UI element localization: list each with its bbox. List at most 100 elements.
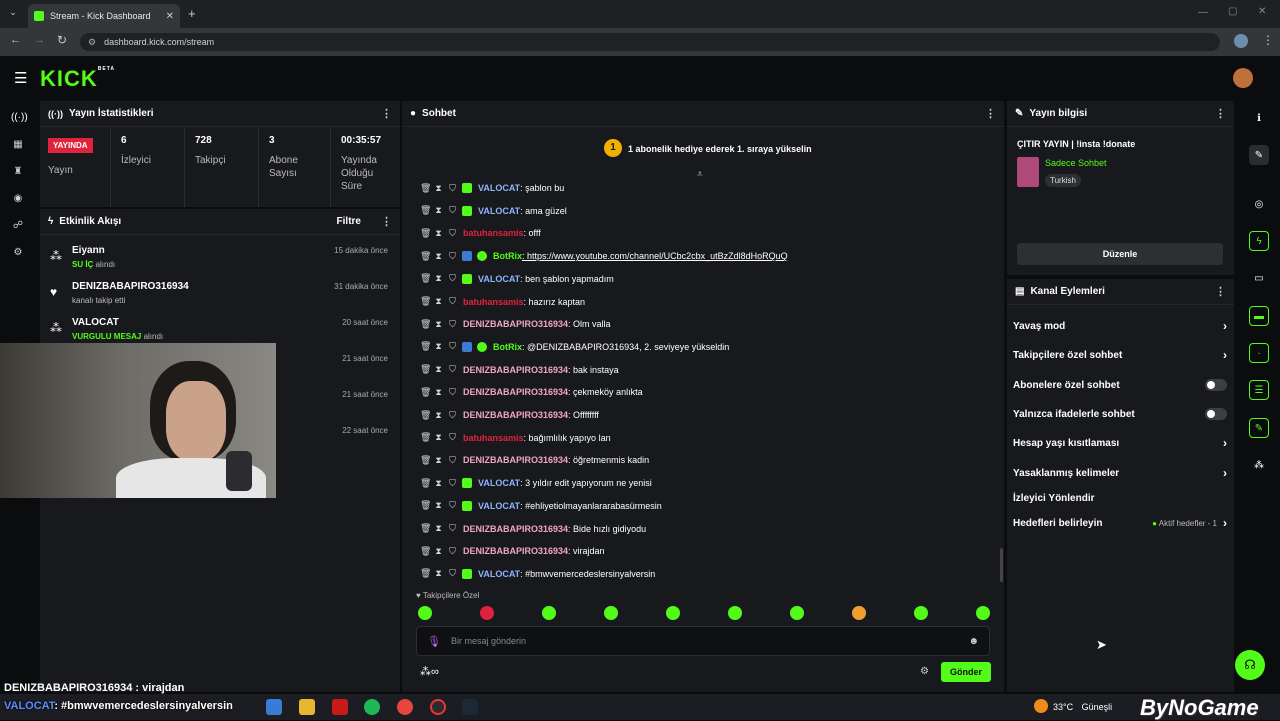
chat-username[interactable]: VALOCAT bbox=[478, 569, 520, 579]
chat-message[interactable]: 🗑 ⧗ ⛉ DENIZBABAPIRO316934: Bide hızlı gidiy… bbox=[420, 519, 646, 539]
taskbar-obs-icon[interactable] bbox=[430, 699, 446, 715]
chat-widget-icon[interactable]: ▬ bbox=[1249, 306, 1269, 326]
back-icon[interactable]: ← bbox=[10, 34, 21, 46]
trash-icon[interactable]: 🗑 bbox=[420, 455, 431, 466]
browser-tab[interactable]: Stream - Kick Dashboard ✕ bbox=[28, 4, 180, 28]
sidebar-community-icon[interactable]: ☍ bbox=[11, 220, 25, 234]
chat-settings-icon[interactable]: ⚙ bbox=[920, 666, 929, 677]
chat-username[interactable]: VALOCAT bbox=[478, 274, 520, 284]
chat-menu-icon[interactable]: ⋮ bbox=[985, 107, 996, 120]
chat-message[interactable]: 🗑 ⧗ ⛉ VALOCAT: #bmwvemercedeslersinyalversi… bbox=[420, 564, 655, 584]
chat-username[interactable]: DENIZBABAPIRO316934 bbox=[463, 387, 568, 397]
broadcast-widget-icon[interactable]: · bbox=[1249, 343, 1269, 363]
chat-message[interactable]: 🗑 ⧗ ⛉ BotRix: https://www.youtube.com/chann… bbox=[420, 246, 788, 266]
channel-action-item[interactable]: Yalnızca ifadelerle sohbet bbox=[1013, 403, 1227, 425]
sidebar-trophy-icon[interactable]: ♜ bbox=[11, 166, 25, 180]
ban-icon[interactable]: ⛉ bbox=[448, 205, 457, 216]
timeout-icon[interactable]: ⧗ bbox=[434, 205, 443, 216]
chat-message[interactable]: 🗑 ⧗ ⛉ DENIZBABAPIRO316934: bak instaya bbox=[420, 360, 619, 380]
chat-scrollbar[interactable] bbox=[1000, 548, 1003, 582]
chat-message[interactable]: 🗑 ⧗ ⛉ VALOCAT: 3 yıldır edit yapıyorum ne y… bbox=[420, 473, 652, 493]
chat-username[interactable]: DENIZBABAPIRO316934 bbox=[463, 546, 568, 556]
profile-avatar-icon[interactable] bbox=[1234, 34, 1248, 48]
chat-username[interactable]: BotRix bbox=[493, 342, 522, 352]
chat-message[interactable]: 🗑 ⧗ ⛉ VALOCAT: #ehliyetiolmayanlararabasürm… bbox=[420, 496, 662, 516]
trash-icon[interactable]: 🗑 bbox=[420, 568, 431, 579]
timeout-icon[interactable]: ⧗ bbox=[434, 546, 443, 557]
emote-icon[interactable] bbox=[542, 606, 556, 620]
ban-icon[interactable]: ⛉ bbox=[448, 523, 457, 534]
ban-icon[interactable]: ⛉ bbox=[448, 478, 457, 489]
trash-icon[interactable]: 🗑 bbox=[420, 183, 431, 194]
ban-icon[interactable]: ⛉ bbox=[448, 183, 457, 194]
chevron-right-icon[interactable]: › bbox=[1223, 466, 1227, 480]
ban-icon[interactable]: ⛉ bbox=[448, 228, 457, 239]
loyalty-points-icon[interactable]: ⁂∞ bbox=[420, 665, 439, 678]
chat-message[interactable]: 🗑 ⧗ ⛉ VALOCAT: ama güzel bbox=[420, 201, 567, 221]
new-tab-icon[interactable]: + bbox=[188, 6, 196, 21]
emote-icon[interactable] bbox=[604, 606, 618, 620]
channel-action-item[interactable]: Yasaklanmış kelimeler › bbox=[1013, 462, 1227, 484]
user-avatar[interactable] bbox=[1233, 68, 1253, 88]
weather-widget[interactable]: 33°C Güneşli bbox=[1053, 702, 1112, 712]
chat-username[interactable]: VALOCAT bbox=[478, 206, 520, 216]
timeout-icon[interactable]: ⧗ bbox=[434, 228, 443, 239]
edit-pen-icon[interactable]: ✎ bbox=[1249, 145, 1269, 165]
chat-message[interactable]: 🗑 ⧗ ⛉ DENIZBABAPIRO316934: Offffffff bbox=[420, 405, 599, 425]
ban-icon[interactable]: ⛉ bbox=[448, 568, 457, 579]
stream-info-menu-icon[interactable]: ⋮ bbox=[1215, 107, 1226, 120]
chat-username[interactable]: VALOCAT bbox=[478, 478, 520, 488]
stats-menu-icon[interactable]: ⋮ bbox=[381, 107, 392, 120]
taskbar-chrome-icon[interactable] bbox=[397, 699, 413, 715]
trash-icon[interactable]: 🗑 bbox=[420, 546, 431, 557]
toggle-switch[interactable] bbox=[1205, 379, 1227, 391]
chat-username[interactable]: batuhansamis bbox=[463, 228, 524, 238]
chat-message[interactable]: 🗑 ⧗ ⛉ DENIZBABAPIRO316934: çekmeköy anlıkta bbox=[420, 382, 643, 402]
rewards-widget-icon[interactable]: ⁂ bbox=[1249, 455, 1269, 475]
trash-icon[interactable]: 🗑 bbox=[420, 410, 431, 421]
chat-message[interactable]: 🗑 ⧗ ⛉ batuhansamis: hazırız kaptan bbox=[420, 292, 585, 312]
trash-icon[interactable]: 🗑 bbox=[420, 523, 431, 534]
ban-icon[interactable]: ⛉ bbox=[448, 296, 457, 307]
chat-username[interactable]: VALOCAT bbox=[478, 501, 520, 511]
timeout-icon[interactable]: ⧗ bbox=[434, 319, 443, 330]
emote-icon[interactable] bbox=[728, 606, 742, 620]
timeout-icon[interactable]: ⧗ bbox=[434, 478, 443, 489]
chat-username[interactable]: BotRix bbox=[493, 251, 522, 261]
ban-icon[interactable]: ⛉ bbox=[448, 387, 457, 398]
ban-icon[interactable]: ⛉ bbox=[448, 455, 457, 466]
chat-username[interactable]: DENIZBABAPIRO316934 bbox=[463, 365, 568, 375]
timeout-icon[interactable]: ⧗ bbox=[434, 387, 443, 398]
ban-icon[interactable]: ⛉ bbox=[448, 432, 457, 443]
chat-message[interactable]: 🗑 ⧗ ⛉ DENIZBABAPIRO316934: virajdan bbox=[420, 541, 605, 561]
tab-search-icon[interactable]: ⌄ bbox=[6, 7, 20, 21]
timeout-icon[interactable]: ⧗ bbox=[434, 273, 443, 284]
kick-logo[interactable]: KICKBETA bbox=[40, 66, 115, 92]
activity-menu-icon[interactable]: ⋮ bbox=[381, 215, 392, 228]
tools-widget-icon[interactable]: ✎ bbox=[1249, 418, 1269, 438]
trash-icon[interactable]: 🗑 bbox=[420, 387, 431, 398]
sidebar-analytics-icon[interactable]: ▦ bbox=[11, 139, 25, 153]
emote-icon[interactable] bbox=[480, 606, 494, 620]
toggle-switch[interactable] bbox=[1205, 408, 1227, 420]
taskbar-netflix-icon[interactable] bbox=[332, 699, 348, 715]
ban-icon[interactable]: ⛉ bbox=[448, 500, 457, 511]
site-info-icon[interactable]: ⚙ bbox=[88, 37, 96, 48]
timeout-icon[interactable]: ⧗ bbox=[434, 296, 443, 307]
chat-username[interactable]: DENIZBABAPIRO316934 bbox=[463, 319, 568, 329]
chat-message[interactable]: 🗑 ⧗ ⛉ DENIZBABAPIRO316934: Olm valla bbox=[420, 314, 611, 334]
channel-action-item[interactable]: Abonelere özel sohbet bbox=[1013, 374, 1227, 396]
taskbar-store-icon[interactable] bbox=[266, 699, 282, 715]
ban-icon[interactable]: ⛉ bbox=[448, 546, 457, 557]
chat-message[interactable]: 🗑 ⧗ ⛉ VALOCAT: şablon bu bbox=[420, 178, 564, 198]
focus-icon[interactable]: ◎ bbox=[1249, 194, 1269, 214]
sidebar-moderation-icon[interactable]: ◉ bbox=[11, 193, 25, 207]
notes-icon[interactable]: ▭ bbox=[1249, 268, 1269, 288]
send-button[interactable]: Gönder bbox=[941, 662, 991, 682]
trash-icon[interactable]: 🗑 bbox=[420, 500, 431, 511]
ban-icon[interactable]: ⛉ bbox=[448, 410, 457, 421]
emote-icon[interactable] bbox=[418, 606, 432, 620]
chat-username[interactable]: VALOCAT bbox=[478, 183, 520, 193]
timeout-icon[interactable]: ⧗ bbox=[434, 500, 443, 511]
chat-username[interactable]: DENIZBABAPIRO316934 bbox=[463, 410, 568, 420]
